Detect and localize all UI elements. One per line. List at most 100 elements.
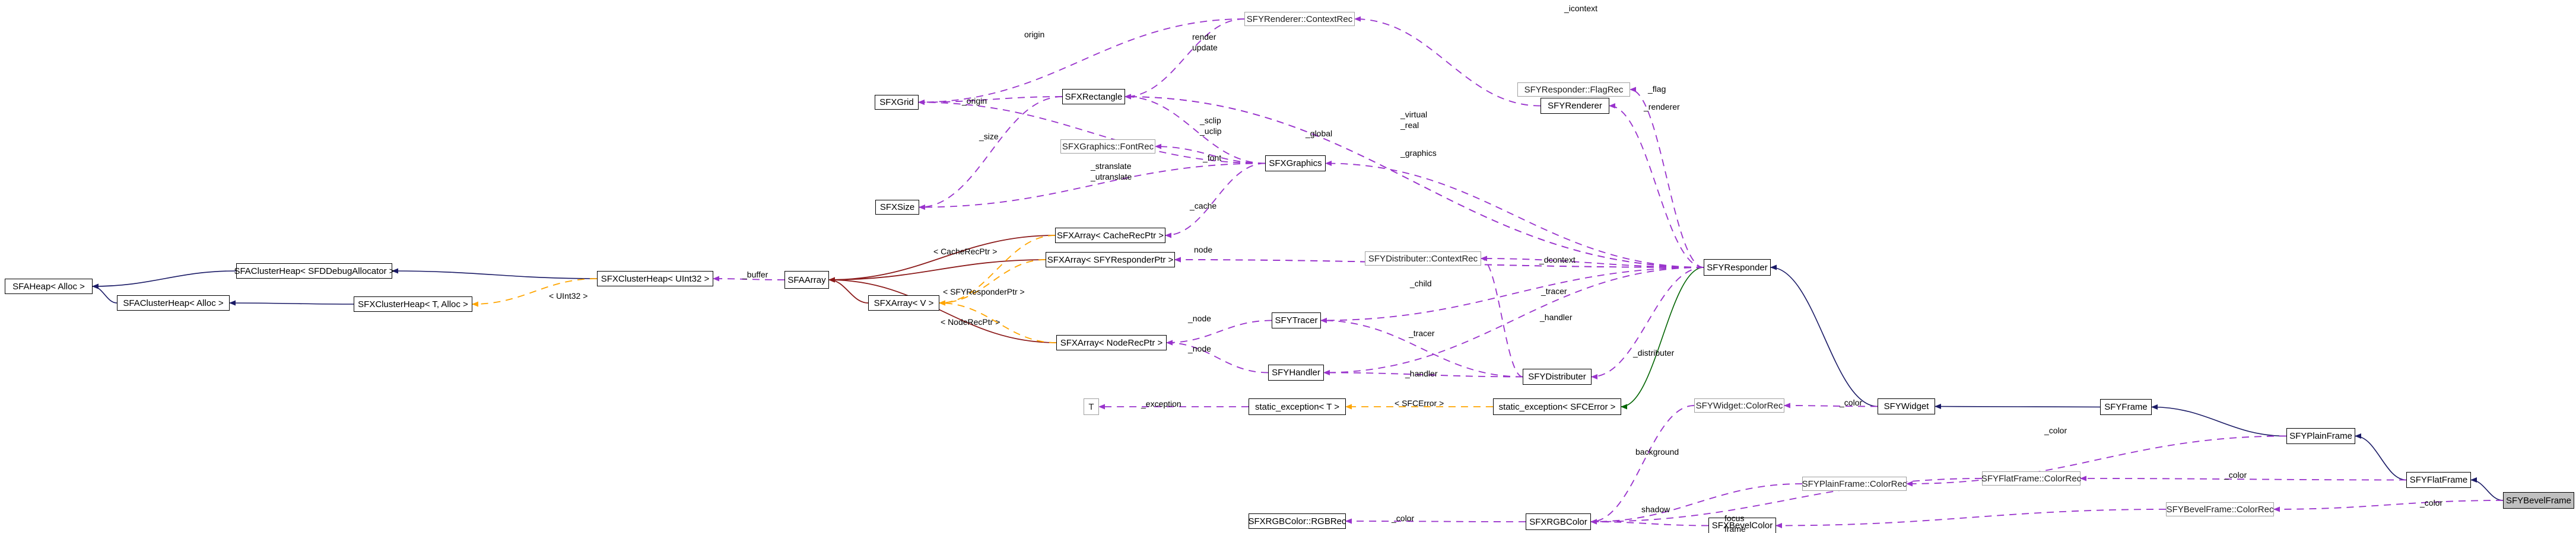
edge-label-node-top: node (1194, 245, 1213, 254)
edge-sfybevelframe-colorrec-to-sfxbevelcolor (1775, 509, 2167, 528)
class-node-sfytracer[interactable]: SFYTracer (1272, 312, 1321, 328)
class-node-sfxrgbcolor-rgbrec[interactable]: SFXRGBColor::RGBRec (1248, 513, 1346, 529)
class-node-sfaclusterheap-alloc[interactable]: SFAClusterHeap< Alloc > (117, 295, 230, 311)
edge-sfydistributer-to-sfydistributer-contextrec (1481, 256, 1523, 378)
class-node-sfybevelframe[interactable]: SFYBevelFrame (2503, 492, 2574, 509)
class-node-sfxclusterheap-t-alloc[interactable]: SFXClusterHeap< T, Alloc > (354, 296, 472, 312)
edge-label-child: _child (1410, 279, 1432, 288)
edge-sfyresponder-to-sfydistributer (1591, 267, 1704, 379)
class-node-sfxsize[interactable]: SFXSize (875, 200, 919, 215)
class-node-sfydistributer[interactable]: SFYDistributer (1523, 369, 1592, 385)
class-node-sfyrenderer[interactable]: SFYRenderer (1540, 98, 1609, 114)
edge-label-handler-low: _handler (1405, 369, 1438, 378)
edge-sfyresponder-to-sfydistributer-contextrec (1481, 256, 1704, 268)
class-node-sfxrectangle[interactable]: SFXRectangle (1062, 89, 1125, 104)
class-node-static-exception-sfcerror[interactable]: static_exception< SFCError > (1493, 398, 1621, 415)
class-node-sfaheap-alloc[interactable]: SFAHeap< Alloc > (5, 279, 93, 294)
class-node-sfyresponder-flagrec[interactable]: SFYResponder::FlagRec (1517, 82, 1630, 97)
class-node-sfyframe[interactable]: SFYFrame (2100, 399, 2152, 415)
edge-sfyresponder-to-sfyrenderer (1609, 103, 1704, 268)
edge-sfyrenderer-to-sfyrenderer-contextrec (1354, 16, 1541, 107)
edge-label-graphics: _graphics (1400, 148, 1437, 158)
class-node-sfxarray-sfyresponderptr[interactable]: SFXArray< SFYResponderPtr > (1046, 252, 1175, 267)
class-node-sfyhandler[interactable]: SFYHandler (1268, 365, 1324, 381)
class-node-sfxclusterheap-uint32[interactable]: SFXClusterHeap< UInt32 > (597, 271, 713, 286)
edge-sfxrgbcolor-to-sfxrgbcolor-rgbrec (1345, 518, 1526, 524)
edge-sfxarray-sfyresponderptr-to-sfaarray (828, 259, 1046, 283)
class-node-sfyrenderer-contextrec[interactable]: SFYRenderer::ContextRec (1244, 12, 1355, 26)
class-node-sfywidget[interactable]: SFYWidget (1878, 398, 1935, 414)
class-node-sfydistributer-contextrec[interactable]: SFYDistributer::ContextRec (1365, 251, 1481, 266)
edge-sfyresponder-to-static-exception-sfcerror (1621, 267, 1704, 410)
edge-label-renderer: _renderer (1644, 102, 1680, 111)
class-node-sfywidget-colorrec[interactable]: SFYWidget::ColorRec (1694, 398, 1784, 413)
edge-label-focus-frame: focus frame (1724, 513, 1746, 533)
class-node-sfyplainframe-colorrec[interactable]: SFYPlainFrame::ColorRec (1802, 477, 1907, 491)
class-node-sfxarray-v[interactable]: SFXArray< V > (868, 295, 939, 311)
edge-sfyflatframe-to-sfyplainframe (2355, 433, 2407, 481)
class-node-static-exception-t[interactable]: static_exception< T > (1249, 398, 1346, 415)
edge-label-sfyresponderptr: < SFYResponderPtr > (943, 287, 1025, 296)
edge-label-origin-left: _origin (962, 96, 987, 106)
edge-sfxrectangle-to-sfxsize (919, 96, 1063, 210)
edge-sfyresponder-to-sfytracer (1320, 267, 1704, 323)
edge-label-distributer: _distributer (1633, 348, 1675, 358)
edge-label-handler-top: _handler (1540, 312, 1573, 322)
class-node-sfybevelframe-colorrec[interactable]: SFYBevelFrame::ColorRec (2166, 502, 2274, 516)
edge-label-tracer-top: _tracer (1541, 286, 1567, 296)
edge-label-origin-top: origin (1024, 30, 1045, 39)
class-node-sfyflatframe[interactable]: SFYFlatFrame (2406, 472, 2471, 488)
edge-label-exception: _exception (1141, 399, 1181, 408)
class-node-sfyplainframe[interactable]: SFYPlainFrame (2286, 428, 2355, 444)
edge-label-sfcerror: < SFCError > (1395, 398, 1444, 408)
class-node-sfxgraphics[interactable]: SFXGraphics (1265, 155, 1326, 171)
edge-label-cache: _cache (1190, 201, 1217, 210)
edge-label-color-rgbrec: _color (1392, 513, 1415, 523)
class-node-sfaclusterheap-debug[interactable]: SFAClusterHeap< SFDDebugAllocator > (234, 263, 395, 279)
class-node-sfxrgbcolor[interactable]: SFXRGBColor (1526, 513, 1591, 530)
edge-label-global: _global (1306, 129, 1333, 138)
edge-label-virtual-real: _virtual _real (1400, 110, 1428, 130)
edge-sfxbevelcolor-to-sfxrgbcolor (1590, 519, 1709, 526)
edge-sfyhandler-to-sfxarray-noderecptr (1166, 340, 1269, 374)
edge-label-icontext: _icontext (1564, 4, 1598, 13)
class-node-sfxgraphics-fontrec[interactable]: SFXGraphics::FontRec (1060, 139, 1155, 154)
collaboration-diagram-canvas: SFAHeap< Alloc > SFAClusterHeap< Alloc > S… (0, 0, 2576, 533)
edge-label-shadow: shadow (1641, 505, 1670, 514)
class-node-sfaarray[interactable]: SFAArray (784, 271, 829, 289)
edge-sfybevelframe-to-sfyflatframe (2470, 477, 2504, 501)
edge-sfyplainframe-to-sfyframe (2151, 404, 2287, 437)
edge-label-stranslate: _stranslate _utranslate (1091, 161, 1132, 181)
edge-label-color-plainframe: _color (2044, 426, 2067, 435)
edge-sfybevelframe-to-sfybevelframe-colorrec (2273, 500, 2504, 512)
edge-sfywidget-to-sfyresponder (1770, 264, 1878, 407)
edge-sfaclusterheap-alloc-to-sfaheap-alloc (92, 283, 117, 304)
edge-sfxarray-v-to-sfaarray (828, 277, 869, 304)
edge-sfxarray-cacherecptr-to-sfaarray (828, 235, 1056, 283)
edge-label-color-flatframe: _color (2224, 470, 2247, 480)
edge-sfytracer-to-sfxarray-noderecptr (1166, 320, 1272, 346)
class-node-sfxgrid[interactable]: SFXGrid (875, 95, 919, 110)
edge-label-dcontext: _dcontext (1539, 255, 1576, 264)
edge-sfyrenderer-contextrec-to-sfxrectangle (1125, 18, 1245, 100)
private-inheritance-edges (1621, 267, 1704, 410)
edge-label-uint32: < UInt32 > (549, 291, 588, 301)
edge-label-noderecptr: < NodeRecPtr > (941, 317, 1000, 327)
edge-sfxclusterheap-t-alloc-to-sfaclusterheap-alloc (229, 300, 354, 306)
edge-label-font: _font (1203, 153, 1222, 162)
edge-label-flag: _flag (1648, 84, 1666, 94)
edge-label-render-update: render update (1192, 32, 1218, 52)
edge-label-color-bevelframe: _color (2420, 498, 2443, 508)
edge-sfywidget-to-sfywidget-colorrec (1784, 403, 1878, 408)
edge-label-size: _size (979, 132, 999, 141)
class-node-t-param[interactable]: T (1084, 398, 1099, 415)
edge-label-node-handler: _node (1188, 344, 1211, 353)
class-node-sfxarray-cacherecptr[interactable]: SFXArray< CacheRecPtr > (1055, 228, 1165, 243)
class-node-sfyresponder[interactable]: SFYResponder (1704, 259, 1771, 276)
edge-sfyresponder-to-sfyresponder-flagrec (1630, 87, 1704, 268)
class-node-sfxarray-noderecptr[interactable]: SFXArray< NodeRecPtr > (1056, 335, 1167, 350)
edge-label-color-widget: _color (1840, 398, 1863, 407)
class-node-sfyflatframe-colorrec[interactable]: SFYFlatFrame::ColorRec (1981, 471, 2081, 486)
edge-label-sclip-uclip: _sclip _uclip (1200, 116, 1222, 136)
edge-label-cacherecptr: < CacheRecPtr > (933, 247, 998, 256)
